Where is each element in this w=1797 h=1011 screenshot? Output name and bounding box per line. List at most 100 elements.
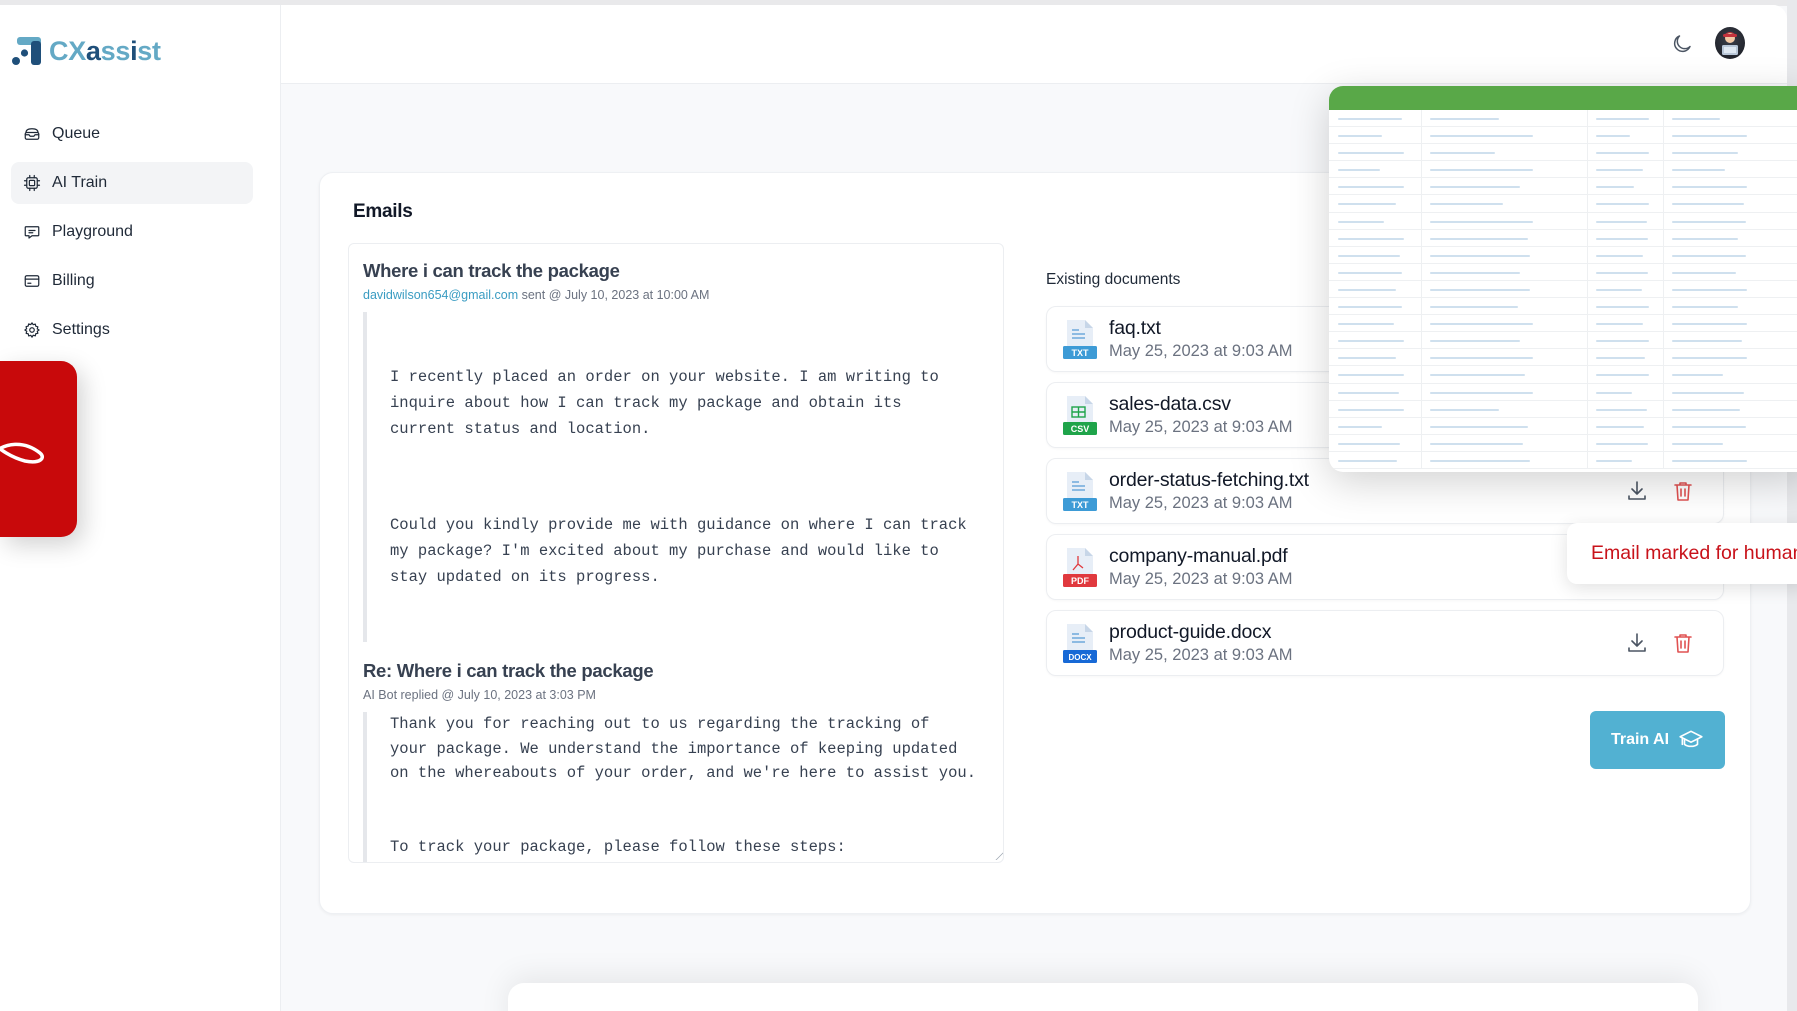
spreadsheet-cell-placeholder — [1672, 357, 1747, 360]
sent-timestamp: sent @ July 10, 2023 at 10:00 AM — [518, 288, 710, 302]
spreadsheet-column-divider — [1587, 332, 1588, 349]
user-avatar[interactable] — [1715, 27, 1745, 59]
spreadsheet-column-divider — [1663, 110, 1664, 127]
spreadsheet-cell-placeholder — [1672, 220, 1746, 223]
brand-name-part: st — [137, 35, 161, 66]
spreadsheet-cell-placeholder — [1672, 391, 1744, 394]
original-email: Where i can track the package davidwilso… — [349, 260, 1003, 642]
spreadsheet-cell-placeholder — [1672, 254, 1746, 257]
spreadsheet-cell-placeholder — [1672, 152, 1738, 155]
spreadsheet-cell-placeholder — [1430, 357, 1533, 360]
spreadsheet-cell-placeholder — [1430, 323, 1533, 326]
infinity-loop-icon — [0, 442, 44, 464]
train-ai-label: Train AI — [1610, 731, 1670, 748]
spreadsheet-cell-placeholder — [1596, 254, 1643, 257]
brand-name: CXassist — [49, 36, 161, 67]
inbox-icon — [24, 128, 40, 140]
spreadsheet-column-divider — [1587, 263, 1588, 280]
spreadsheet-cell-placeholder — [1596, 306, 1649, 309]
document-info: order-status-fetching.txt May 25, 2023 at… — [1109, 469, 1309, 513]
spreadsheet-header-bar — [1329, 86, 1797, 110]
document-actions — [1625, 631, 1695, 655]
spreadsheet-cell-placeholder — [1338, 357, 1396, 360]
download-icon[interactable] — [1625, 479, 1649, 503]
sidebar-item-label: Billing — [52, 272, 95, 289]
document-name: product-guide.docx — [1109, 621, 1272, 643]
sidebar-item-billing[interactable]: Billing — [11, 260, 253, 302]
document-info: product-guide.docx May 25, 2023 at 9:03 A… — [1109, 621, 1292, 665]
spreadsheet-cell-placeholder — [1338, 459, 1397, 462]
moon-icon[interactable] — [1670, 32, 1694, 56]
spreadsheet-column-divider — [1587, 178, 1588, 195]
spreadsheet-column-divider — [1663, 144, 1664, 161]
spreadsheet-cell-placeholder — [1596, 237, 1648, 240]
spreadsheet-column-divider — [1421, 127, 1422, 144]
sender-email-link[interactable]: davidwilson654@gmail.com — [363, 288, 518, 302]
spreadsheet-row — [1329, 110, 1797, 128]
sidebar-item-playground[interactable]: Playground — [11, 211, 253, 253]
brand-name-part: a — [85, 35, 101, 66]
spreadsheet-cell-placeholder — [1338, 220, 1384, 223]
sidebar-nav: Queue AI Train Playground Billing Settin… — [11, 113, 253, 358]
spreadsheet-cell-placeholder — [1430, 408, 1499, 411]
spreadsheet-column-divider — [1663, 332, 1664, 349]
spreadsheet-row — [1329, 383, 1797, 401]
spreadsheet-column-divider — [1663, 161, 1664, 178]
spreadsheet-column-divider — [1421, 229, 1422, 246]
spreadsheet-column-divider — [1421, 383, 1422, 400]
sidebar-item-settings[interactable]: Settings — [11, 309, 253, 351]
spreadsheet-preview-overlay[interactable] — [1329, 86, 1797, 472]
spreadsheet-column-divider — [1663, 417, 1664, 434]
spreadsheet-row — [1329, 366, 1797, 384]
spreadsheet-cell-placeholder — [1430, 271, 1520, 274]
spreadsheet-cell-placeholder — [1338, 203, 1396, 206]
gear-icon — [24, 322, 40, 338]
trash-icon[interactable] — [1671, 631, 1695, 655]
spreadsheet-cell-placeholder — [1596, 288, 1642, 291]
spreadsheet-cell-placeholder — [1596, 442, 1648, 445]
spreadsheet-column-divider — [1587, 434, 1588, 451]
spreadsheet-cell-placeholder — [1596, 169, 1643, 172]
document-name: sales-data.csv — [1109, 393, 1231, 415]
reply-body: Thank you for reaching out to us regardi… — [363, 712, 989, 862]
spreadsheet-column-divider — [1587, 366, 1588, 383]
spreadsheet-column-divider — [1421, 315, 1422, 332]
csv-file-icon: CSV — [1061, 394, 1099, 436]
spreadsheet-row — [1329, 315, 1797, 333]
spreadsheet-cell-placeholder — [1338, 425, 1382, 428]
spreadsheet-cell-placeholder — [1430, 169, 1533, 172]
chat-icon — [24, 226, 40, 239]
spreadsheet-cell-placeholder — [1430, 203, 1503, 206]
spreadsheet-column-divider — [1663, 127, 1664, 144]
document-row[interactable]: DOCX product-guide.docx May 25, 2023 at 9:… — [1046, 610, 1724, 676]
spreadsheet-cell-placeholder — [1338, 374, 1404, 377]
spreadsheet-column-divider — [1421, 451, 1422, 468]
trash-icon[interactable] — [1671, 479, 1695, 503]
spreadsheet-column-divider — [1663, 400, 1664, 417]
spreadsheet-row — [1329, 417, 1797, 435]
spreadsheet-row — [1329, 144, 1797, 162]
brand-logo[interactable]: CXassist — [11, 35, 161, 67]
floating-red-app-tile[interactable] — [0, 361, 77, 537]
spreadsheet-cell-placeholder — [1338, 288, 1396, 291]
emails-title: Emails — [353, 201, 413, 222]
download-icon[interactable] — [1625, 631, 1649, 655]
spreadsheet-column-divider — [1663, 383, 1664, 400]
spreadsheet-column-divider — [1587, 127, 1588, 144]
sidebar-item-label: Settings — [52, 321, 110, 338]
top-header — [281, 5, 1787, 84]
spreadsheet-column-divider — [1587, 110, 1588, 127]
document-name: faq.txt — [1109, 317, 1161, 339]
train-ai-button[interactable]: Train AI — [1590, 711, 1725, 769]
spreadsheet-cell-placeholder — [1430, 135, 1533, 138]
spreadsheet-cell-placeholder — [1338, 306, 1402, 309]
sidebar-item-queue[interactable]: Queue — [11, 113, 253, 155]
sidebar-item-ai-train[interactable]: AI Train — [11, 162, 253, 204]
spreadsheet-cell-placeholder — [1596, 340, 1649, 343]
spreadsheet-row — [1329, 451, 1797, 469]
spreadsheet-cell-placeholder — [1596, 357, 1645, 360]
email-thread-textarea[interactable]: Where i can track the package davidwilso… — [348, 243, 1004, 863]
spreadsheet-row — [1329, 349, 1797, 367]
spreadsheet-cell-placeholder — [1338, 169, 1380, 172]
spreadsheet-column-divider — [1663, 229, 1664, 246]
